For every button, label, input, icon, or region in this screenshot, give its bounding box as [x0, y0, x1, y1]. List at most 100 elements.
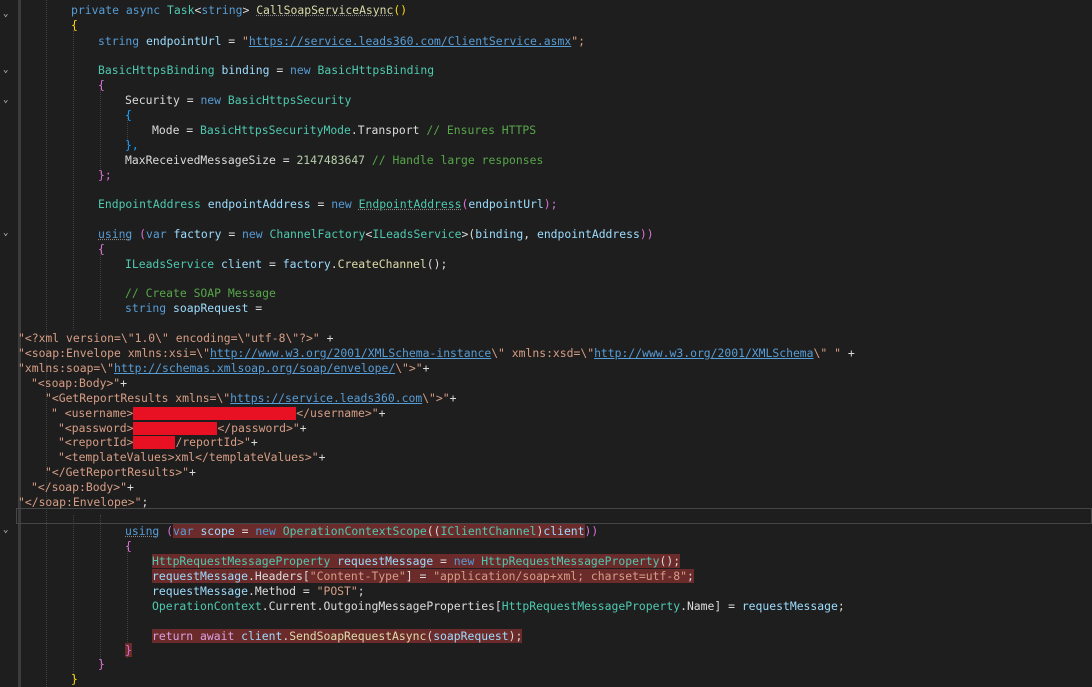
token: + — [120, 376, 128, 390]
token: CreateChannel — [337, 257, 427, 271]
token: ; — [141, 495, 149, 509]
code-line[interactable]: Mode = BasicHttpsSecurityMode.Transport … — [152, 123, 536, 138]
code-line[interactable]: BasicHttpsBinding binding = new BasicHtt… — [98, 63, 434, 78]
string: "</soap:Envelope>" — [18, 495, 142, 509]
code-line[interactable]: }, — [125, 138, 139, 153]
code-line[interactable]: { — [98, 78, 105, 93]
token: Method — [254, 584, 297, 598]
code-line[interactable]: requestMessage.Method = "POST"; — [152, 584, 365, 599]
code-line[interactable]: using (var factory = new ChannelFactory<… — [98, 227, 654, 242]
link[interactable]: http://schemas.xmlsoap.org/soap/envelope… — [114, 361, 395, 375]
token: soapRequest — [433, 629, 509, 643]
code-line[interactable]: { — [71, 18, 78, 33]
token: (); — [659, 554, 681, 568]
code-line[interactable]: "xmlns:soap=\"http://schemas.xmlsoap.org… — [18, 361, 429, 376]
redaction-box — [133, 422, 218, 435]
code-line[interactable]: OperationContext.Current.OutgoingMessage… — [152, 599, 845, 614]
code-line[interactable]: "</soap:Body>"+ — [31, 480, 134, 495]
code-line[interactable]: "</soap:Envelope>"; — [18, 495, 148, 510]
token: soapRequest — [173, 301, 249, 315]
token: (( — [426, 524, 441, 538]
comment: // Ensures HTTPS — [426, 123, 537, 137]
token: scope — [200, 524, 235, 538]
code-line[interactable]: ILeadsService client = factory.CreateCha… — [125, 257, 447, 272]
code-line[interactable]: EndpointAddress endpointAddress = new En… — [98, 197, 558, 212]
indent-guide — [100, 250, 101, 320]
token: BasicHttpsBinding — [317, 63, 435, 77]
code-line[interactable]: "<soap:Body>"+ — [31, 376, 127, 391]
token: Transport — [357, 123, 420, 137]
code-line[interactable]: { — [125, 108, 132, 123]
token: Mode — [152, 123, 180, 137]
chevron-down-icon[interactable]: ⌄ — [3, 96, 11, 105]
code-line[interactable]: string endpointUrl = "https://service.le… — [98, 34, 585, 49]
token: = — [269, 63, 291, 77]
token: () — [393, 3, 408, 17]
token: async — [125, 3, 161, 17]
token: { — [125, 539, 132, 553]
token: MaxReceivedMessageSize — [125, 153, 276, 167]
link[interactable]: https://service.leads360.com/ClientServi… — [249, 34, 571, 48]
code-line[interactable]: }; — [98, 168, 112, 183]
code-line[interactable]: "<reportId> /reportId>"+ — [58, 435, 258, 450]
code-line[interactable]: "</GetReportResults>"+ — [45, 465, 196, 480]
code-line[interactable]: "<?xml version=\"1.0\" encoding=\"utf-8\… — [18, 331, 333, 346]
chevron-down-icon[interactable]: ⌄ — [3, 526, 11, 535]
indent-guide — [100, 85, 101, 175]
token: new — [290, 63, 311, 77]
link[interactable]: http://www.w3.org/2001/XMLSchema — [594, 346, 813, 360]
token: private — [71, 3, 120, 17]
token: { — [125, 108, 132, 122]
code-line[interactable]: "<templateValues>xml</templateValues>"+ — [58, 450, 325, 465]
code-line[interactable]: requestMessage.Headers["Content-Type"] =… — [152, 569, 694, 584]
code-line[interactable]: "<GetReportResults xmlns=\"https://servi… — [45, 391, 457, 406]
chevron-down-icon[interactable]: ⌄ — [3, 66, 11, 75]
token: + — [840, 346, 855, 360]
chevron-down-icon[interactable]: ⌄ — [3, 10, 11, 19]
token: + — [127, 480, 134, 494]
token: HttpRequestMessageProperty — [481, 554, 660, 568]
token: EndpointAddress — [98, 197, 201, 211]
token: ; — [357, 584, 365, 598]
token: Task — [167, 3, 195, 17]
token: (); — [426, 257, 448, 271]
indent-guide — [127, 548, 128, 658]
token: factory — [282, 257, 331, 271]
code-line[interactable]: } — [125, 643, 132, 658]
chevron-down-icon[interactable]: ⌄ — [3, 229, 11, 238]
token: + — [189, 465, 196, 479]
link[interactable]: http://www.w3.org/2001/XMLSchema-instanc… — [210, 346, 491, 360]
code-line[interactable]: MaxReceivedMessageSize = 2147483647 // H… — [125, 153, 543, 168]
token: + — [318, 450, 326, 464]
code-line[interactable]: Security = new BasicHttpsSecurity — [125, 93, 351, 108]
token: endpointUrl — [468, 197, 544, 211]
code-line[interactable]: HttpRequestMessageProperty requestMessag… — [152, 554, 681, 569]
code-line[interactable]: string soapRequest = — [125, 301, 262, 316]
code-line[interactable]: " <username> </username>"+ — [51, 406, 385, 421]
token: ( — [139, 227, 147, 241]
code-line[interactable]: "<soap:Envelope xmlns:xsi=\"http://www.w… — [18, 346, 855, 361]
token: = — [275, 153, 297, 167]
code-line[interactable]: { — [98, 242, 105, 257]
token: requestMessage — [152, 584, 249, 598]
token: >( — [461, 227, 476, 241]
link[interactable]: https://service.leads360.com — [230, 391, 422, 405]
code-line[interactable]: using (var scope = new OperationContextS… — [125, 524, 598, 539]
token: = — [248, 301, 263, 315]
token: = — [221, 227, 243, 241]
token: + — [422, 361, 430, 375]
indent-guide — [73, 30, 74, 330]
code-line[interactable]: // Create SOAP Message — [125, 286, 276, 301]
method-name: CallSoapServiceAsync — [256, 3, 394, 17]
code-line[interactable]: private async Task<string> CallSoapServi… — [71, 3, 407, 18]
token: . — [330, 257, 338, 271]
token: = — [262, 257, 283, 271]
string: </password>" — [217, 421, 300, 435]
code-line[interactable]: "<password> </password>"+ — [58, 421, 307, 436]
code-line[interactable]: } — [98, 657, 105, 672]
code-line[interactable]: } — [71, 672, 78, 687]
token: new — [331, 197, 352, 211]
code-line[interactable]: return await client.SendSoapRequestAsync… — [152, 629, 523, 644]
code-line[interactable]: { — [125, 539, 132, 554]
code-editor[interactable]: ⌄ ⌄ ⌄ ⌄ ⌄ private async Task<string> Cal… — [0, 0, 1092, 687]
